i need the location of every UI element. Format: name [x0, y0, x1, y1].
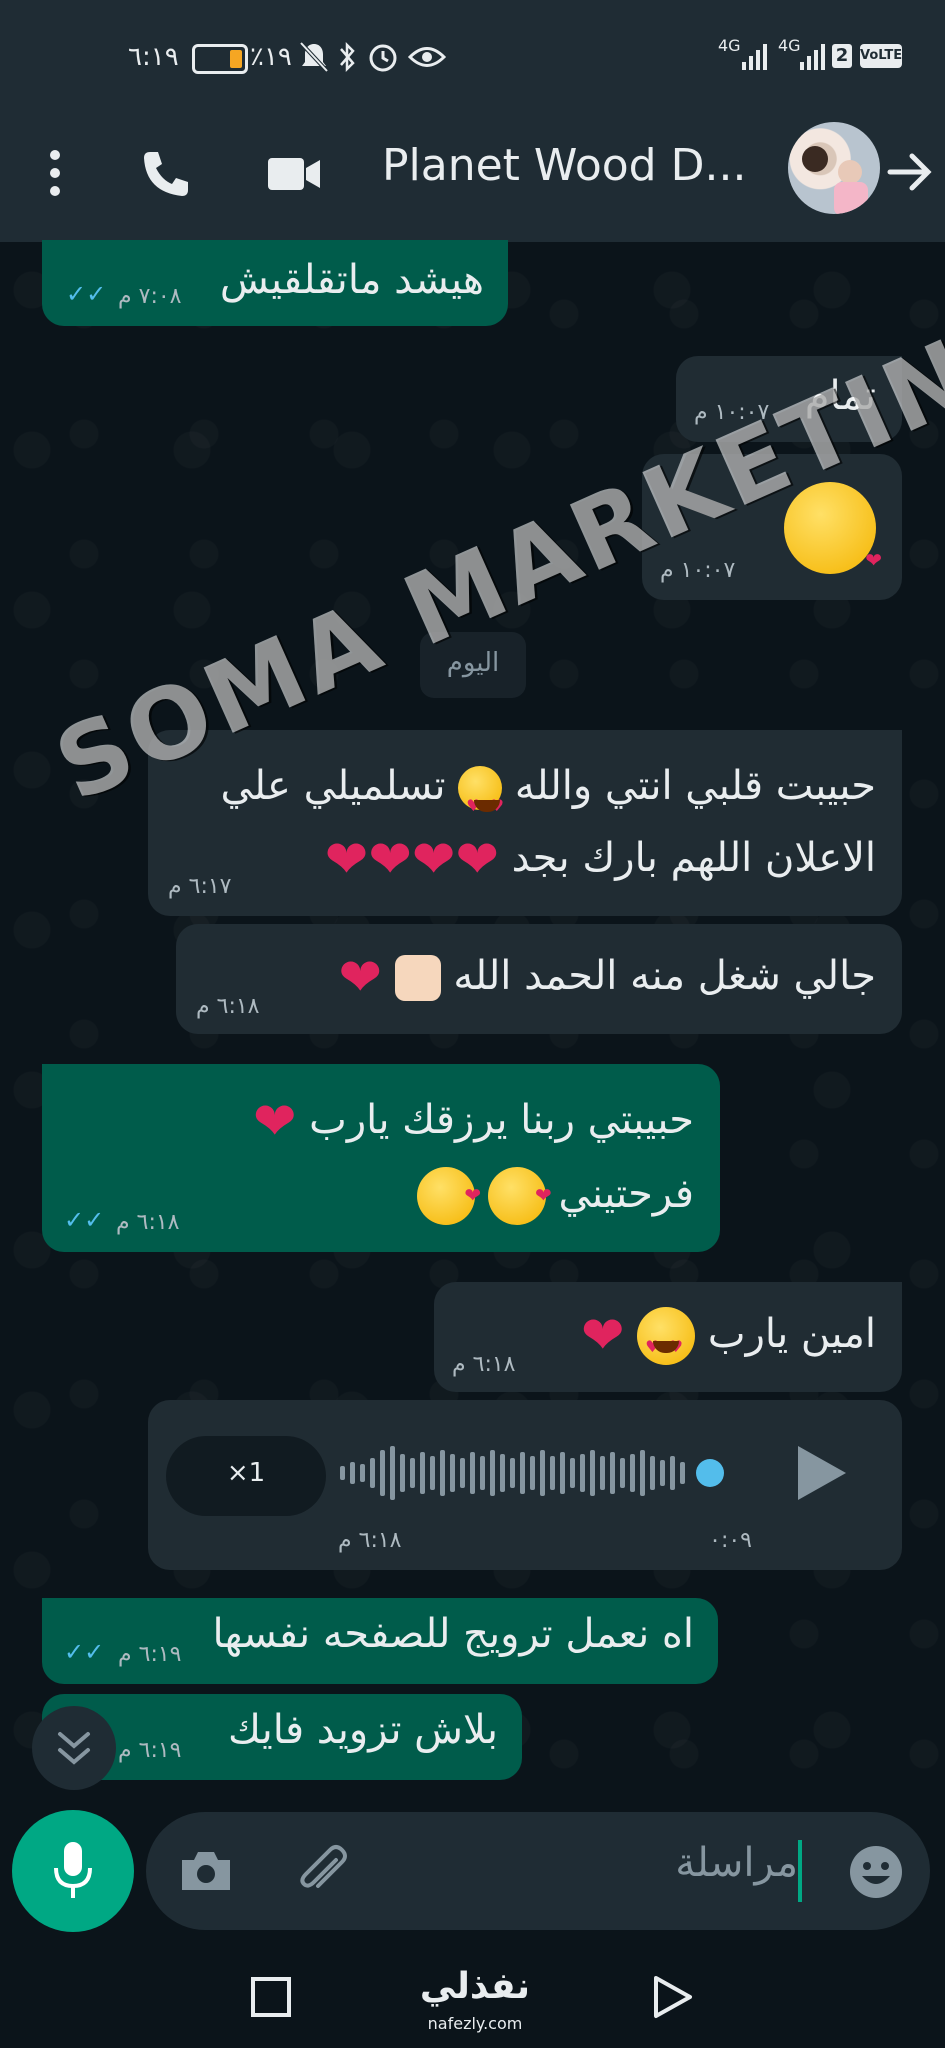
read-receipt-icon: ✓✓ [64, 1206, 105, 1234]
heart-eyes-emoji [637, 1307, 696, 1375]
read-receipt-icon: ✓✓ [64, 1638, 105, 1666]
message-text: امين يارب [707, 1311, 876, 1357]
message-line: امين يارب ❤ [580, 1306, 876, 1375]
mute-bell-icon [299, 41, 329, 73]
heart-eyes-emoji [458, 766, 506, 834]
battery-percent: ٪١٩ [250, 42, 292, 72]
status-bar: ٦:١٩ ٪١٩ 4G 4G 2 VoLTE [0, 0, 945, 110]
bluetooth-icon [340, 41, 355, 73]
message-composer: مراسلة [146, 1812, 930, 1930]
double-chevron-down-icon [58, 1732, 90, 1765]
alarm-icon [369, 44, 397, 72]
emoji-icon[interactable] [848, 1844, 904, 1900]
playback-speed-label: ×1 [226, 1458, 266, 1488]
message-text: فرحتيني [558, 1171, 694, 1217]
navigation-bar: نفذلي nafezly.com [0, 1948, 945, 2048]
message-time: ٦:١٧ م [168, 874, 232, 899]
message-time: ٧:٠٨ م [118, 284, 182, 309]
call-icon[interactable] [140, 148, 192, 200]
message-text-end: تسلميلي علي [220, 763, 446, 809]
kissing-face-emoji [417, 1167, 481, 1225]
back-nav-icon[interactable] [650, 1974, 694, 2020]
recents-icon[interactable] [250, 1976, 292, 2018]
play-icon[interactable] [794, 1442, 850, 1504]
contact-name[interactable]: Planet Wood D... [382, 140, 746, 191]
message-text: بلاش تزويد فايك [227, 1707, 498, 1753]
message-bubble-incoming[interactable]: حبيبت قلبي انتي والله تسلميلي علي الاعلا… [148, 730, 902, 916]
voice-duration: ٠:٠٩ [709, 1528, 752, 1553]
voice-record-button[interactable] [12, 1810, 134, 1932]
message-line-2: فرحتيني [417, 1166, 694, 1225]
red-heart-emoji: ❤ [324, 830, 369, 890]
scroll-to-bottom-button[interactable] [32, 1706, 116, 1790]
message-bubble-outgoing[interactable]: هيشد ماتقلقيش ٧:٠٨ م ✓✓ [42, 240, 508, 326]
message-time: ٦:١٨ م [452, 1352, 516, 1377]
nafezly-logo: نفذلي nafezly.com [410, 1966, 540, 2038]
signal-icon-2 [800, 44, 825, 70]
message-text: حبيبتي ربنا يرزقك يارب [309, 1097, 694, 1143]
red-heart-emoji: ❤ [580, 1306, 625, 1366]
network-type-1: 4G [718, 36, 741, 55]
message-time: ٦:١٨ م [196, 994, 260, 1019]
message-bubble-outgoing[interactable]: اه نعمل ترويج للصفحه نفسها ٦:١٩ م ✓✓ [42, 1598, 718, 1684]
message-text: حبيبت قلبي انتي والله [514, 763, 876, 809]
camera-icon[interactable] [178, 1848, 234, 1894]
message-text: هيشد ماتقلقيش [219, 257, 484, 303]
message-line-1: حبيبت قلبي انتي والله تسلميلي علي [220, 758, 876, 834]
message-bubble-outgoing[interactable]: حبيبتي ربنا يرزقك يارب ❤ فرحتيني ٦:١٨ م … [42, 1064, 720, 1252]
logo-text: نفذلي [419, 1966, 531, 2007]
contact-avatar[interactable] [788, 122, 880, 214]
voice-waveform[interactable] [340, 1438, 740, 1508]
message-text: جالي شغل منه الحمد الله [453, 953, 876, 999]
message-time: ٦:١٩ م [118, 1738, 182, 1763]
message-line-1: حبيبتي ربنا يرزقك يارب ❤ [253, 1092, 694, 1148]
video-call-icon[interactable] [266, 154, 322, 194]
chat-header: Planet Wood D... [0, 110, 945, 242]
sim-badge: 2 [832, 44, 852, 68]
raising-hands-emoji [394, 955, 441, 1001]
battery-icon [192, 44, 248, 74]
status-time: ٦:١٩ [128, 42, 179, 72]
red-heart-emoji: ❤ [252, 1092, 297, 1152]
message-text: الاعلان اللهم بارك بجد [511, 835, 876, 881]
voice-message-bubble[interactable]: ×1 ٠:٠٩ ٦:١٨ م [148, 1400, 902, 1570]
message-time: ٦:١٨ م [116, 1210, 180, 1235]
signal-icon [742, 44, 767, 70]
message-bubble-incoming[interactable]: امين يارب ❤ ٦:١٨ م [434, 1282, 902, 1392]
eye-icon [408, 47, 446, 67]
logo-url: nafezly.com [427, 2014, 523, 2033]
message-line: جالي شغل منه الحمد الله ❤ [338, 948, 876, 1004]
message-line-2: الاعلان اللهم بارك بجد ❤❤❤❤ [325, 830, 876, 886]
kissing-face-emoji [487, 1167, 552, 1225]
message-time: ٦:١٩ م [118, 1642, 182, 1667]
red-heart-emoji: ❤ [455, 830, 499, 890]
volte-badge: VoLTE [860, 44, 902, 68]
attachment-icon[interactable] [296, 1844, 352, 1900]
message-time: ٦:١٨ م [338, 1528, 402, 1553]
more-vert-icon[interactable] [44, 148, 66, 198]
message-input[interactable]: مراسلة [598, 1840, 798, 1886]
red-heart-emoji: ❤ [338, 948, 382, 1008]
playback-speed-button[interactable]: ×1 [166, 1436, 326, 1516]
red-heart-emoji: ❤ [411, 830, 456, 890]
microphone-icon [54, 1842, 92, 1898]
red-heart-emoji: ❤ [368, 830, 412, 890]
message-text: اه نعمل ترويج للصفحه نفسها [212, 1611, 694, 1657]
message-bubble-incoming[interactable]: جالي شغل منه الحمد الله ❤ ٦:١٨ م [176, 924, 902, 1034]
back-arrow-icon[interactable] [886, 150, 934, 194]
text-cursor [798, 1840, 802, 1902]
read-receipt-icon: ✓✓ [66, 280, 107, 308]
